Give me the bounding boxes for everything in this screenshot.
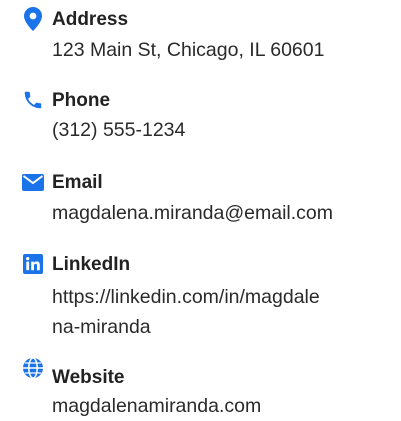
email-label: Email: [52, 172, 103, 193]
envelope-icon: [20, 169, 46, 195]
phone-label: Phone: [52, 90, 111, 111]
phone-icon: [20, 87, 46, 113]
website-value[interactable]: magdalenamiranda.com: [52, 392, 261, 421]
linkedin-label: LinkedIn: [52, 254, 131, 275]
linkedin-url-line2[interactable]: na-miranda: [52, 313, 151, 342]
location-pin-icon: [20, 6, 46, 32]
website-label: Website: [52, 367, 125, 388]
address-value: 123 Main St, Chicago, IL 60601: [52, 39, 325, 61]
globe-icon: [20, 355, 46, 381]
contact-info-list: Address 123 Main St, Chicago, IL 60601 P…: [0, 0, 401, 421]
address-label: Address: [52, 9, 129, 30]
linkedin-icon: [20, 251, 46, 277]
phone-value[interactable]: (312) 555-1234: [52, 116, 185, 145]
email-value[interactable]: magdalena.miranda@email.com: [52, 199, 333, 228]
linkedin-url-line1[interactable]: https://linkedin.com/in/magdale: [52, 283, 320, 312]
